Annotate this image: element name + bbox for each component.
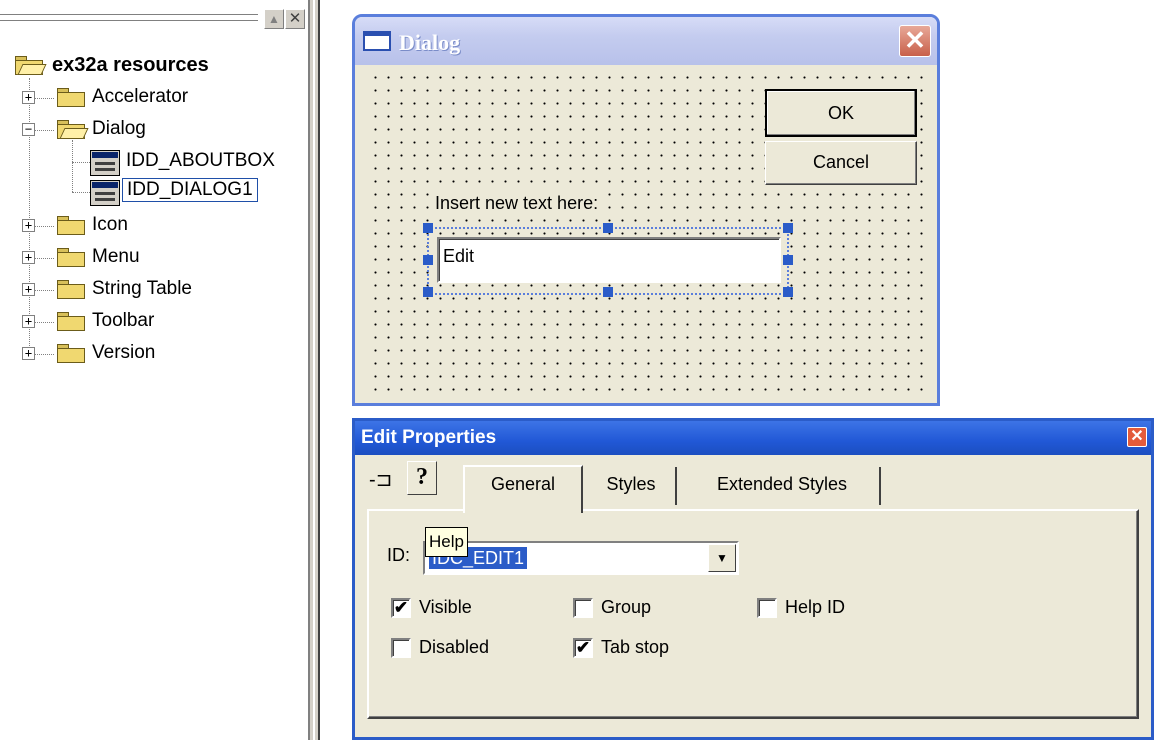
open-folder-icon — [56, 120, 89, 140]
tree-connector — [72, 162, 90, 163]
visible-checkbox[interactable]: ✔ Visible — [391, 597, 472, 618]
folder-icon — [56, 216, 86, 236]
dialog-titlebar[interactable]: Dialog ✕ — [355, 17, 937, 65]
id-combobox[interactable]: IDC_EDIT1 ▼ — [423, 541, 739, 575]
expand-icon[interactable]: + — [22, 91, 35, 104]
tree-item-toolbar[interactable]: Toolbar — [92, 310, 154, 332]
resize-handle[interactable] — [603, 287, 613, 297]
tree-item-idd-aboutbox[interactable]: IDD_ABOUTBOX — [126, 150, 275, 172]
open-folder-icon — [14, 56, 47, 76]
tab-extended-styles[interactable]: Extended Styles — [685, 467, 881, 505]
pin-icon[interactable]: -⊐ — [369, 467, 392, 492]
collapse-icon[interactable]: − — [22, 123, 35, 136]
help-icon[interactable]: ? — [407, 461, 437, 495]
tree-item-icon[interactable]: Icon — [92, 214, 128, 236]
help-tooltip: Help — [425, 527, 468, 557]
tree-item-version[interactable]: Version — [92, 342, 155, 364]
checkbox-label: Visible — [419, 597, 472, 617]
expand-icon[interactable]: + — [22, 347, 35, 360]
resize-handle[interactable] — [783, 255, 793, 265]
tree-root-label[interactable]: ex32a resources — [52, 54, 209, 77]
edit-properties-window: Edit Properties ✕ -⊐ ? General Styles Ex… — [352, 418, 1154, 740]
window-icon — [363, 31, 391, 51]
tree-item-menu[interactable]: Menu — [92, 246, 140, 268]
tree-connector — [29, 78, 30, 354]
close-icon[interactable]: ✕ — [899, 25, 931, 57]
resize-handle[interactable] — [423, 223, 433, 233]
resource-tree-panel: ▲ ✕ ex32a resources + Accelerator − Dial… — [0, 0, 308, 740]
checkbox-box: ✔ — [573, 637, 593, 658]
checkbox-box: ✔ — [391, 597, 411, 618]
tree-item-idd-dialog1[interactable]: IDD_DIALOG1 — [122, 178, 258, 202]
edit-control[interactable]: Edit — [437, 237, 781, 283]
help-id-checkbox[interactable]: Help ID — [757, 597, 845, 618]
dialog-title: Dialog — [399, 30, 461, 55]
tree-connector — [72, 140, 73, 192]
tree-connector — [72, 192, 90, 193]
checkbox-box — [757, 597, 777, 618]
properties-title: Edit Properties — [361, 427, 497, 448]
folder-icon — [56, 312, 86, 332]
expand-icon[interactable]: + — [22, 315, 35, 328]
tab-stop-checkbox[interactable]: ✔ Tab stop — [573, 637, 669, 658]
tree-item-string-table[interactable]: String Table — [92, 278, 192, 300]
disabled-checkbox[interactable]: Disabled — [391, 637, 489, 658]
properties-titlebar[interactable]: Edit Properties ✕ — [355, 421, 1151, 455]
folder-icon — [56, 88, 86, 108]
tree-item-accelerator[interactable]: Accelerator — [92, 86, 188, 108]
expand-icon[interactable]: + — [22, 283, 35, 296]
folder-icon — [56, 280, 86, 300]
chevron-down-icon[interactable]: ▼ — [708, 544, 736, 572]
group-checkbox[interactable]: Group — [573, 597, 651, 618]
grip-line — [0, 20, 258, 23]
resize-handle[interactable] — [783, 223, 793, 233]
splitter-highlight — [313, 0, 315, 740]
dialog-resource-icon — [90, 180, 120, 206]
panel-close-button[interactable]: ✕ — [285, 9, 305, 29]
expand-icon[interactable]: + — [22, 219, 35, 232]
grip-line — [0, 14, 258, 17]
checkbox-label: Disabled — [419, 637, 490, 657]
close-icon[interactable]: ✕ — [1127, 427, 1147, 447]
resize-handle[interactable] — [603, 223, 613, 233]
dialog-resource-icon — [90, 150, 120, 176]
panel-restore-button[interactable]: ▲ — [264, 9, 284, 29]
static-text-control[interactable]: Insert new text here: — [433, 193, 601, 214]
checkbox-label: Help ID — [785, 597, 846, 617]
resize-handle[interactable] — [423, 255, 433, 265]
checkbox-box — [573, 597, 593, 618]
checkbox-box — [391, 637, 411, 658]
checkbox-label: Group — [601, 597, 652, 617]
expand-icon[interactable]: + — [22, 251, 35, 264]
dialog-editor-window: Dialog ✕ OK Cancel Insert new text here:… — [352, 14, 940, 406]
ok-button[interactable]: OK — [765, 89, 917, 137]
resize-handle[interactable] — [783, 287, 793, 297]
tab-styles[interactable]: Styles — [587, 467, 677, 505]
checkbox-label: Tab stop — [601, 637, 670, 657]
cancel-button[interactable]: Cancel — [765, 141, 917, 185]
resize-handle[interactable] — [423, 287, 433, 297]
folder-icon — [56, 344, 86, 364]
tree-item-dialog[interactable]: Dialog — [92, 118, 146, 140]
edit-control-text: Edit — [443, 246, 475, 266]
folder-icon — [56, 248, 86, 268]
id-label: ID: — [387, 545, 411, 565]
panel-grip[interactable] — [0, 10, 258, 26]
tab-general[interactable]: General — [463, 465, 583, 513]
